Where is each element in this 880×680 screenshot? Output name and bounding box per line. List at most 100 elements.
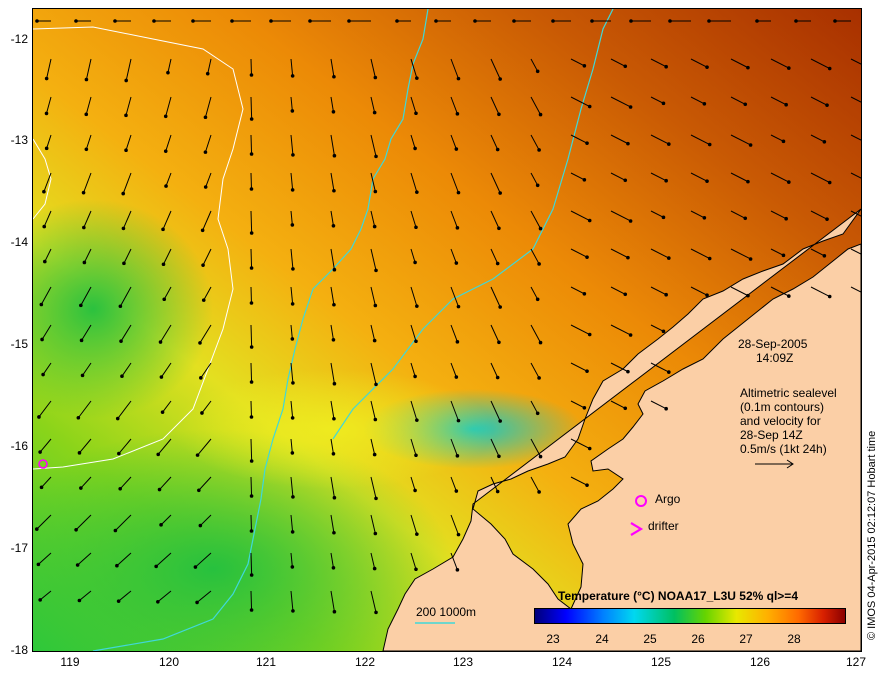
velocity-arrow-head — [512, 19, 516, 23]
y-tick: -17 — [10, 541, 28, 555]
velocity-arrow-head — [537, 148, 541, 152]
y-tick: -18 — [10, 643, 28, 657]
velocity-arrow-head — [535, 183, 540, 188]
velocity-arrow-head — [331, 452, 336, 456]
velocity-arrow-head — [413, 260, 417, 265]
velocity-arrow-head — [664, 292, 668, 297]
velocity-arrow-head — [629, 19, 633, 23]
velocity-arrow-head — [84, 112, 89, 117]
velocity-arrow — [250, 96, 253, 120]
velocity-arrow-head — [331, 566, 336, 570]
velocity-arrow-head — [374, 154, 378, 159]
velocity-arrow-head — [434, 19, 438, 23]
velocity-arrow-head — [158, 340, 163, 344]
colorbar-tick: 23 — [546, 632, 560, 646]
velocity-arrow-head — [117, 451, 121, 456]
velocity-arrow-head — [587, 446, 592, 451]
y-tick: -13 — [10, 133, 28, 147]
velocity-arrow-head — [374, 382, 378, 387]
temperature-colorbar — [534, 608, 846, 624]
velocity-arrow-head — [827, 180, 832, 185]
velocity-arrow-head — [249, 494, 254, 498]
velocity-arrow-head — [42, 224, 47, 229]
velocity-arrow-head — [121, 191, 126, 196]
velocity-arrow-head — [124, 78, 129, 83]
velocity-arrow-head — [702, 216, 707, 220]
velocity-arrow-head — [415, 304, 419, 308]
x-tick: 121 — [255, 655, 277, 669]
velocity-arrow-head — [833, 19, 837, 23]
velocity-arrow-head — [415, 190, 419, 194]
velocity-arrow-head — [198, 341, 202, 345]
credit-text: © IMOS 04-Apr-2015 02:12:07 Hobart time — [866, 430, 878, 640]
velocity-arrow-head — [159, 375, 164, 379]
info-line: and velocity for — [740, 414, 821, 428]
velocity-arrow-head — [41, 372, 45, 377]
velocity-arrow-head — [538, 454, 543, 459]
velocity-arrow-head — [36, 562, 41, 567]
velocity-arrow-head — [707, 142, 712, 147]
map-frame — [32, 8, 862, 652]
velocity-arrow-head — [454, 261, 459, 265]
velocity-arrow-head — [290, 451, 295, 455]
velocity-arrow-head — [626, 141, 630, 146]
velocity-arrow-head — [157, 487, 162, 492]
velocity-arrow-head — [332, 609, 337, 614]
velocity-arrow-head — [159, 523, 163, 527]
velocity-arrow-head — [822, 254, 827, 258]
velocity-arrow-head — [667, 256, 671, 260]
velocity-arrow-head — [414, 453, 418, 458]
velocity-arrow-head — [43, 259, 47, 264]
velocity-arrow-head — [79, 338, 84, 343]
velocity-arrow-head — [497, 454, 501, 459]
velocity-arrow-head — [162, 297, 167, 302]
velocity-arrow-head — [230, 19, 234, 23]
velocity-arrow-head — [582, 406, 587, 410]
velocity-arrow-head — [781, 139, 786, 144]
velocity-arrow-head — [661, 329, 666, 334]
velocity-arrow-head — [42, 189, 46, 194]
velocity-arrow-head — [623, 64, 628, 69]
velocity-arrow-head — [193, 565, 198, 569]
velocity-arrow-head — [80, 373, 85, 378]
velocity-arrow-head — [44, 76, 49, 81]
colorbar-tick: 25 — [643, 632, 657, 646]
velocity-arrow-head — [203, 185, 208, 189]
velocity-arrow-head — [113, 528, 118, 533]
velocity-arrow-head — [291, 381, 295, 385]
velocity-arrow-head — [124, 113, 128, 118]
velocity-arrow-head — [290, 188, 295, 192]
velocity-arrow-head — [498, 305, 502, 309]
velocity-arrow — [250, 210, 253, 234]
velocity-arrow-head — [537, 490, 541, 494]
velocity-arrow-head — [585, 141, 589, 145]
x-tick: 120 — [158, 655, 180, 669]
velocity-arrow — [250, 134, 253, 155]
velocity-arrow — [250, 552, 253, 576]
y-tick: -12 — [10, 32, 28, 46]
velocity-arrow-head — [497, 226, 501, 231]
velocity-arrow-head — [121, 226, 126, 231]
y-tick: -16 — [10, 439, 28, 453]
velocity-arrow-head — [456, 304, 461, 309]
info-line: Altimetric sealevel — [740, 386, 837, 400]
velocity-arrow-head — [537, 376, 541, 380]
velocity-arrow-head — [495, 261, 500, 266]
velocity-arrow-head — [623, 178, 628, 183]
velocity-arrow-head — [77, 451, 82, 455]
velocity-arrow-head — [587, 104, 592, 109]
velocity-arrow-head — [84, 77, 89, 82]
velocity-arrow-head — [249, 152, 254, 156]
velocity-arrow-head — [34, 527, 39, 531]
y-tick: -15 — [10, 337, 28, 351]
velocity-arrow-head — [372, 566, 377, 571]
velocity-arrow-head — [454, 147, 459, 151]
velocity-arrow-head — [498, 419, 502, 423]
velocity-arrow-head — [332, 416, 336, 421]
info-line: 0.5m/s (1kt 24h) — [740, 442, 827, 456]
velocity-arrow-head — [707, 256, 712, 261]
velocity-arrow-head — [628, 105, 633, 109]
sst-map — [33, 9, 861, 651]
velocity-arrow-head — [82, 260, 87, 265]
velocity-arrow-head — [784, 102, 788, 107]
